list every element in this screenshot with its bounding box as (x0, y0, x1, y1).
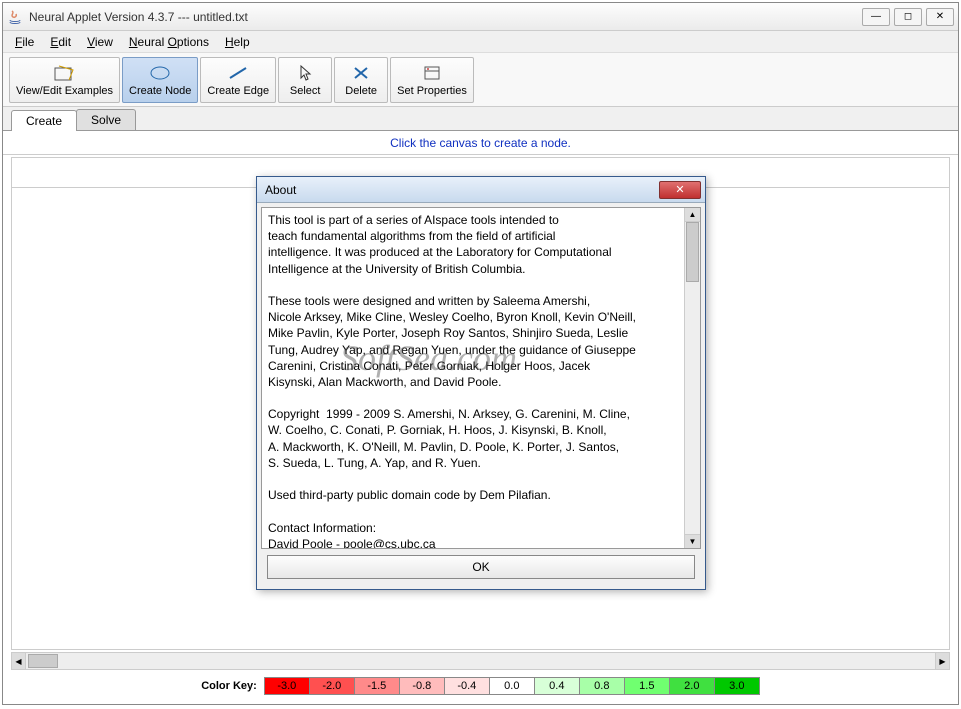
menu-file[interactable]: File (7, 33, 42, 51)
menu-edit[interactable]: Edit (42, 33, 79, 51)
color-swatch: 0.0 (489, 677, 535, 695)
scroll-right-arrow-icon[interactable]: ▶ (935, 653, 949, 669)
close-icon: ✕ (675, 183, 684, 196)
color-swatch: -0.4 (444, 677, 490, 695)
about-button-row: OK (261, 549, 701, 585)
examples-icon (53, 63, 77, 83)
delete-button[interactable]: Delete (334, 57, 388, 103)
properties-icon (420, 63, 444, 83)
maximize-button[interactable]: ◻ (894, 8, 922, 26)
menu-help[interactable]: Help (217, 33, 258, 51)
delete-icon (349, 63, 373, 83)
about-text: This tool is part of a series of AIspace… (262, 208, 684, 548)
create-node-button[interactable]: Create Node (122, 57, 198, 103)
cursor-icon (293, 63, 317, 83)
color-swatch: 2.0 (669, 677, 715, 695)
close-button[interactable]: ✕ (926, 8, 954, 26)
about-titlebar: About ✕ (257, 177, 705, 203)
scroll-down-arrow-icon[interactable]: ▼ (685, 534, 700, 548)
color-swatch: -3.0 (264, 677, 310, 695)
tab-bar: Create Solve (3, 107, 958, 131)
hint-bar: Click the canvas to create a node. (3, 131, 958, 155)
color-swatch: 0.8 (579, 677, 625, 695)
tab-solve[interactable]: Solve (76, 109, 136, 130)
about-close-button[interactable]: ✕ (659, 181, 701, 199)
horizontal-scrollbar[interactable]: ◀ ▶ (11, 652, 950, 670)
create-edge-button[interactable]: Create Edge (200, 57, 276, 103)
node-icon (148, 63, 172, 83)
about-ok-button[interactable]: OK (267, 555, 695, 579)
color-key-swatches: -3.0-2.0-1.5-0.8-0.40.00.40.81.52.03.0 (265, 677, 760, 695)
minimize-button[interactable]: — (862, 8, 890, 26)
scroll-left-arrow-icon[interactable]: ◀ (12, 653, 26, 669)
window-title: Neural Applet Version 4.3.7 --- untitled… (29, 10, 862, 24)
tab-create[interactable]: Create (11, 110, 77, 131)
menu-neural-options[interactable]: Neural Options (121, 33, 217, 51)
about-scroll-thumb[interactable] (686, 222, 699, 282)
color-key: Color Key: -3.0-2.0-1.5-0.8-0.40.00.40.8… (3, 674, 958, 704)
about-title: About (261, 183, 659, 197)
color-swatch: 1.5 (624, 677, 670, 695)
color-swatch: 3.0 (714, 677, 760, 695)
about-body: This tool is part of a series of AIspace… (257, 203, 705, 589)
window-controls: — ◻ ✕ (862, 8, 954, 26)
set-properties-button[interactable]: Set Properties (390, 57, 474, 103)
about-vertical-scrollbar[interactable]: ▲ ▼ (684, 208, 700, 548)
color-key-label: Color Key: (201, 680, 257, 692)
toolbar: View/Edit Examples Create Node Create Ed… (3, 53, 958, 107)
select-button[interactable]: Select (278, 57, 332, 103)
scroll-thumb[interactable] (28, 654, 58, 668)
about-dialog: About ✕ This tool is part of a series of… (256, 176, 706, 590)
view-edit-examples-button[interactable]: View/Edit Examples (9, 57, 120, 103)
color-swatch: -0.8 (399, 677, 445, 695)
color-swatch: -2.0 (309, 677, 355, 695)
color-swatch: 0.4 (534, 677, 580, 695)
menu-view[interactable]: View (79, 33, 121, 51)
edge-icon (226, 63, 250, 83)
color-swatch: -1.5 (354, 677, 400, 695)
about-text-container: This tool is part of a series of AIspace… (261, 207, 701, 549)
titlebar: Neural Applet Version 4.3.7 --- untitled… (3, 3, 958, 31)
menubar: File Edit View Neural Options Help (3, 31, 958, 53)
scroll-up-arrow-icon[interactable]: ▲ (685, 208, 700, 222)
java-icon (7, 9, 23, 25)
